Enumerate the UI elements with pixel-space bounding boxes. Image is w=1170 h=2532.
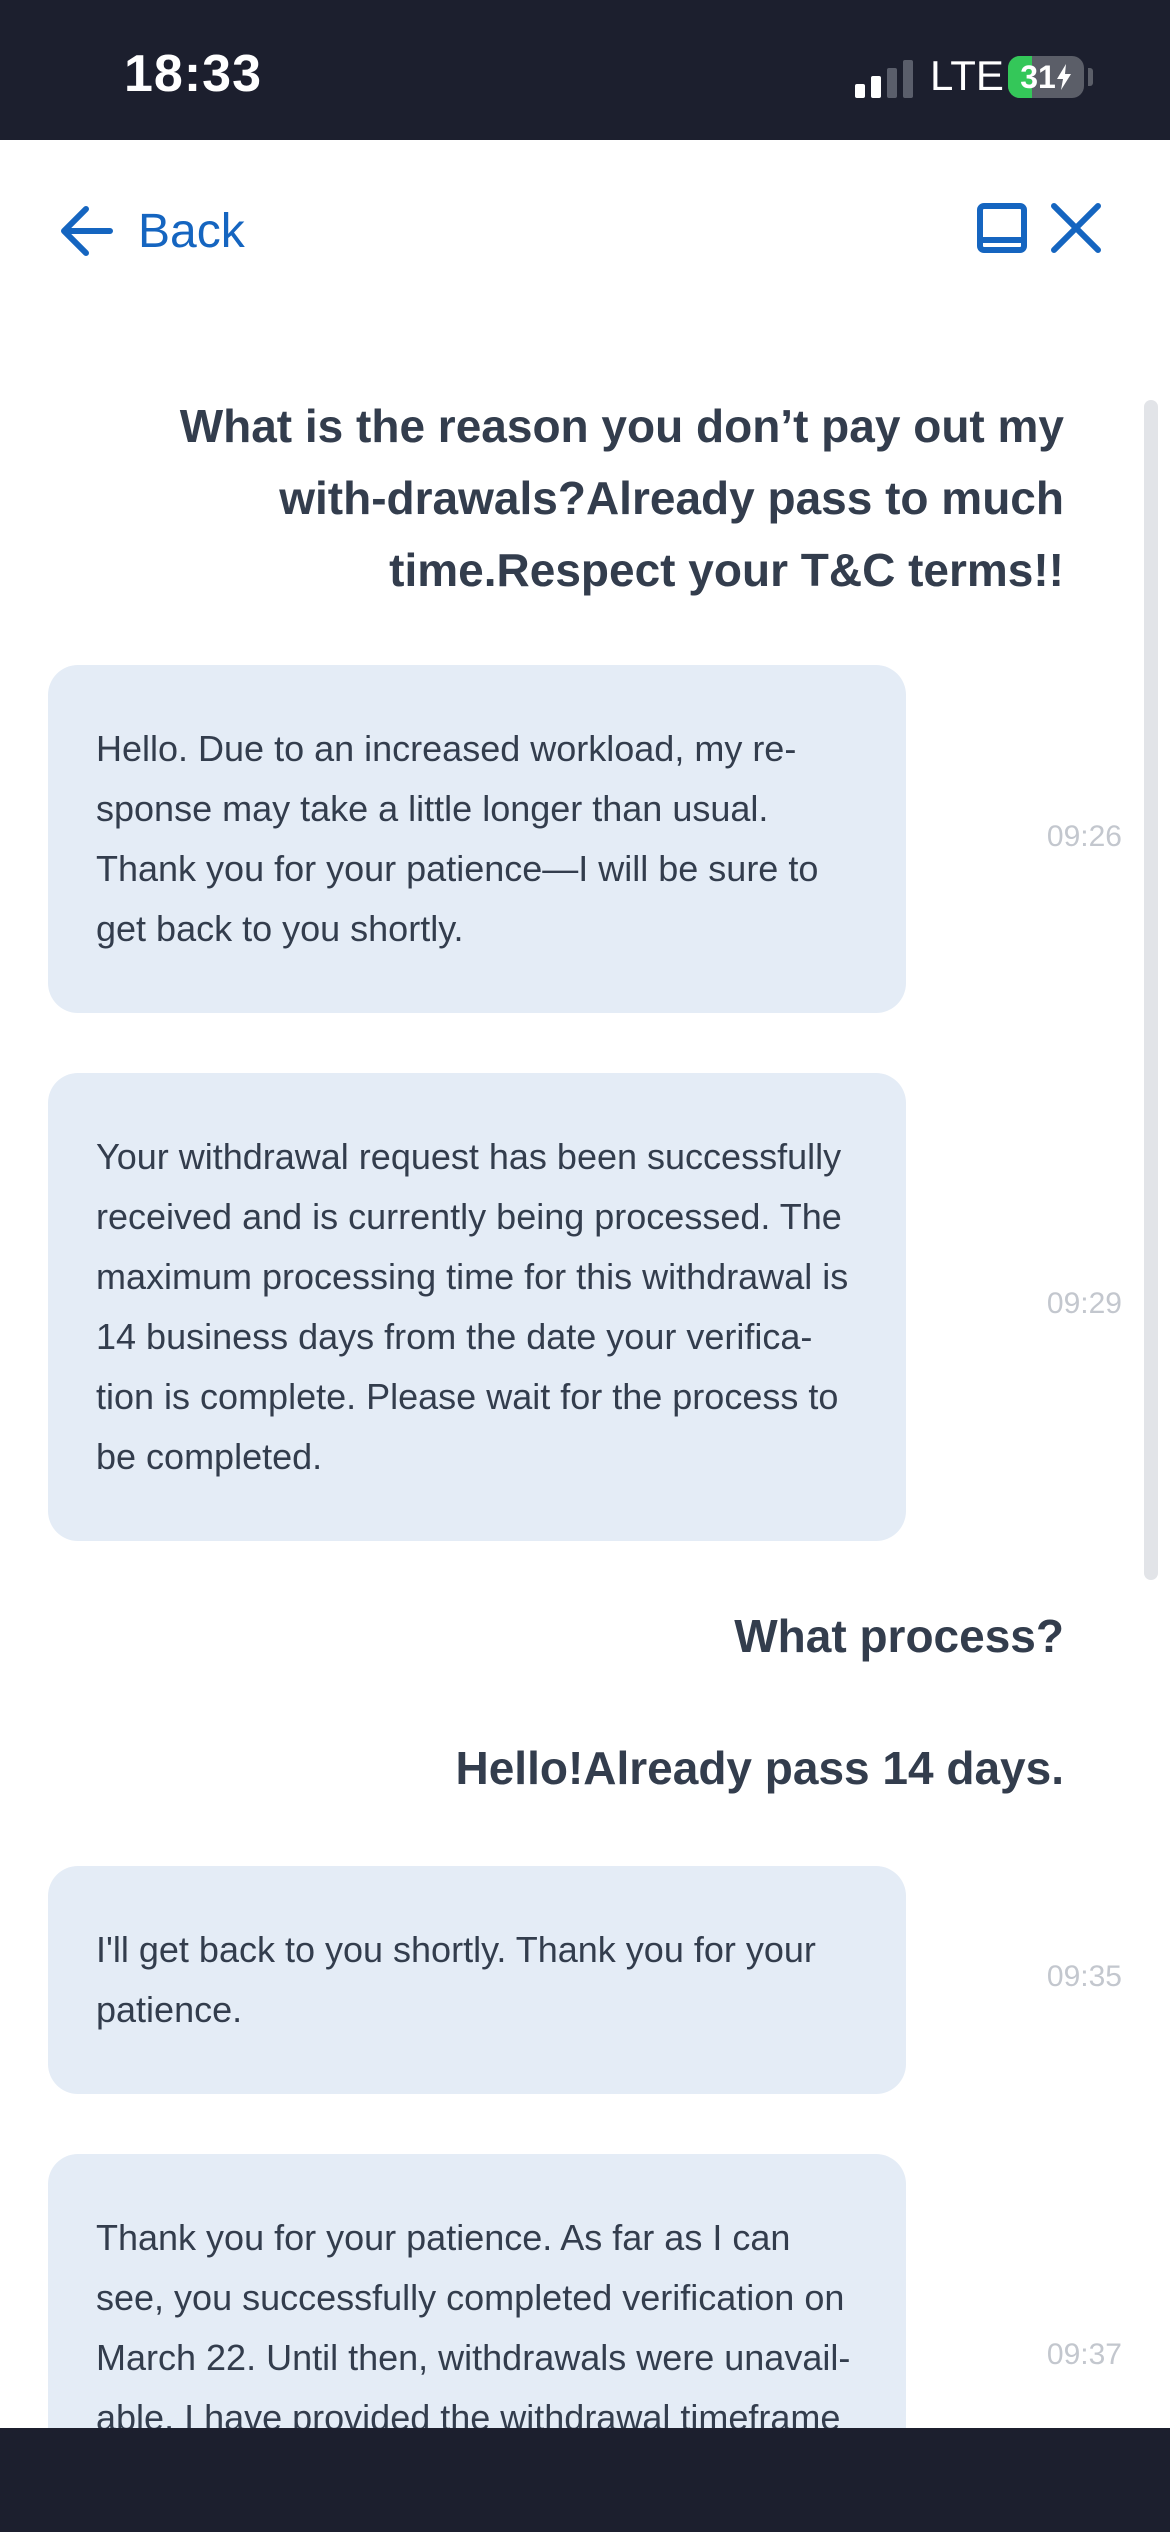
user-message: What process? bbox=[734, 1610, 1064, 1662]
scrollbar[interactable] bbox=[1144, 400, 1158, 1580]
message-timestamp: 09:35 bbox=[1046, 1960, 1122, 1993]
user-message: Hello!Already pass 14 days. bbox=[455, 1742, 1064, 1794]
arrow-left-icon bbox=[61, 206, 113, 256]
chat-header: Back bbox=[0, 140, 1170, 320]
back-label: Back bbox=[138, 204, 245, 258]
agent-message-text: Your withdrawal request has been success… bbox=[96, 1136, 849, 1477]
agent-message-bubble: I'll get back to you shortly. Thank you … bbox=[48, 1866, 906, 2094]
message-timestamp: 09:37 bbox=[1046, 2338, 1122, 2371]
scrollbar-thumb[interactable] bbox=[1144, 400, 1158, 1580]
back-button[interactable]: Back bbox=[56, 196, 245, 266]
close-icon[interactable] bbox=[1048, 200, 1104, 256]
status-bar: 18:33 LTE 31 bbox=[0, 0, 1170, 140]
agent-message-bubble: Thank you for your patience. As far as I… bbox=[48, 2154, 906, 2428]
charging-bolt-icon bbox=[1056, 64, 1071, 90]
chat-transcript[interactable]: What is the reason you don’t pay out my … bbox=[0, 320, 1170, 2428]
cellular-signal-icon bbox=[855, 58, 915, 98]
user-message: What is the reason you don’t pay out my … bbox=[179, 400, 1064, 596]
battery-icon: 31 bbox=[1008, 56, 1084, 98]
battery-nub bbox=[1088, 68, 1093, 86]
message-timestamp: 09:29 bbox=[1046, 1287, 1122, 1320]
status-time: 18:33 bbox=[124, 45, 262, 103]
network-type: LTE bbox=[930, 52, 1004, 99]
minimize-icon[interactable] bbox=[976, 202, 1028, 254]
agent-message-text: I'll get back to you shortly. Thank you … bbox=[96, 1929, 816, 2030]
agent-message-text: Hello. Due to an increased workload, my … bbox=[96, 728, 819, 949]
message-timestamp: 09:26 bbox=[1046, 820, 1122, 853]
agent-message-bubble: Your withdrawal request has been success… bbox=[48, 1073, 906, 1541]
bottom-bar bbox=[0, 2428, 1170, 2532]
agent-message-text: Thank you for your patience. As far as I… bbox=[96, 2217, 851, 2428]
battery-level: 31 bbox=[1008, 56, 1084, 98]
agent-message-bubble: Hello. Due to an increased workload, my … bbox=[48, 665, 906, 1013]
